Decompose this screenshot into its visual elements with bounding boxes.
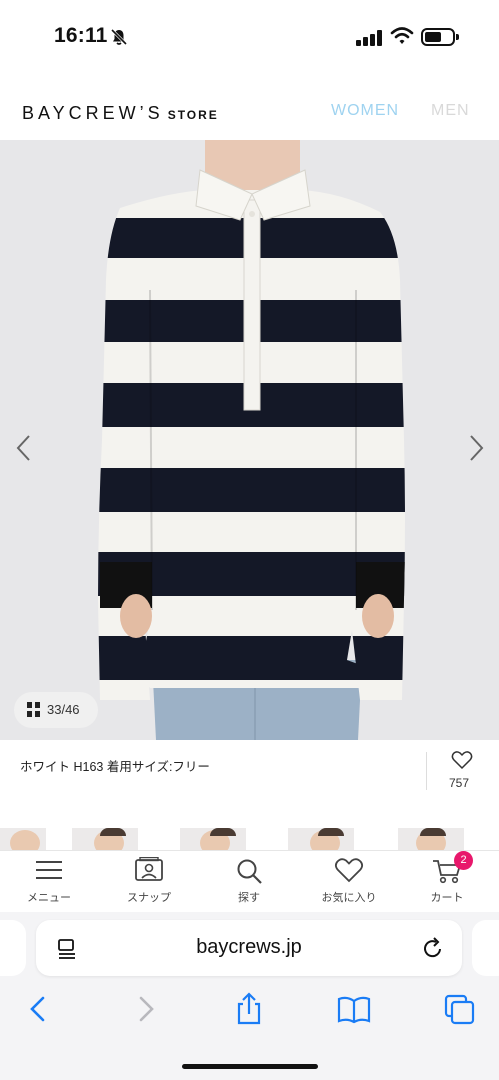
- like-count: 757: [449, 776, 470, 790]
- site-header: BAYCREW’S STORE WOMEN MEN: [0, 76, 499, 140]
- cart-count-badge: 2: [454, 851, 473, 870]
- nav-search[interactable]: 探す: [204, 851, 294, 913]
- caption-row: ホワイト H163 着用サイズ:フリー 757: [0, 740, 499, 804]
- nav-favorites-label: お気に入り: [321, 892, 377, 904]
- url-text: baycrews.jp: [196, 936, 302, 958]
- product-photo: [98, 140, 405, 740]
- nav-cart-label: カート: [430, 892, 464, 904]
- store-logo[interactable]: BAYCREW’S STORE: [22, 103, 219, 124]
- bell-slash-icon: [110, 28, 128, 46]
- nav-cart[interactable]: カート: [402, 851, 492, 913]
- battery-icon: [421, 28, 459, 46]
- previous-tab-card[interactable]: [0, 920, 26, 976]
- search-icon: [237, 859, 262, 884]
- address-bar[interactable]: baycrews.jp: [36, 920, 462, 976]
- thumbnail[interactable]: [398, 828, 464, 850]
- logo-main: BAYCREW’S: [22, 103, 164, 123]
- share-icon[interactable]: [229, 990, 269, 1030]
- nav-men[interactable]: MEN: [431, 102, 470, 120]
- snap-icon: [135, 857, 163, 881]
- thumbnail[interactable]: [72, 828, 138, 850]
- bookmarks-icon[interactable]: [334, 990, 374, 1030]
- product-image-carousel[interactable]: 33/46: [0, 140, 499, 740]
- nav-snap-label: スナップ: [127, 892, 171, 904]
- app-bottom-nav: メニュー スナップ 探す お気に入り カート: [0, 850, 499, 912]
- thumbnail[interactable]: [180, 828, 246, 850]
- menu-icon: [36, 861, 62, 879]
- nav-search-label: 探す: [238, 892, 260, 904]
- logo-sub: STORE: [167, 108, 219, 122]
- image-counter[interactable]: 33/46: [14, 692, 98, 728]
- safari-toolbar: [0, 990, 499, 1040]
- image-counter-text: 33/46: [47, 702, 80, 717]
- chevron-right-icon[interactable]: [464, 432, 488, 464]
- chevron-left-icon[interactable]: [12, 432, 36, 464]
- status-time: 16:11: [54, 24, 108, 47]
- forward-icon[interactable]: [126, 990, 166, 1030]
- thumbnail[interactable]: [0, 828, 46, 850]
- tabs-icon[interactable]: [440, 990, 480, 1030]
- signal-icon: [356, 30, 382, 46]
- nav-favorites[interactable]: お気に入り: [304, 851, 394, 913]
- wifi-icon: [390, 27, 414, 44]
- divider: [426, 752, 427, 790]
- nav-snap[interactable]: スナップ: [104, 851, 194, 913]
- grid-icon: [27, 702, 41, 718]
- heart-outline-icon[interactable]: [451, 750, 473, 770]
- nav-menu[interactable]: メニュー: [4, 851, 94, 913]
- image-caption: ホワイト H163 着用サイズ:フリー: [20, 760, 210, 774]
- thumbnail[interactable]: [288, 828, 354, 850]
- nav-women[interactable]: WOMEN: [331, 102, 399, 120]
- heart-icon: [334, 858, 364, 883]
- nav-menu-label: メニュー: [27, 892, 71, 904]
- safari-bar: baycrews.jp: [0, 912, 499, 1080]
- reload-icon[interactable]: [422, 936, 444, 960]
- next-tab-card[interactable]: [472, 920, 499, 976]
- back-icon[interactable]: [18, 990, 58, 1030]
- status-bar: 16:11: [0, 0, 499, 76]
- thumbnail-strip: [0, 828, 499, 850]
- home-indicator: [182, 1064, 318, 1069]
